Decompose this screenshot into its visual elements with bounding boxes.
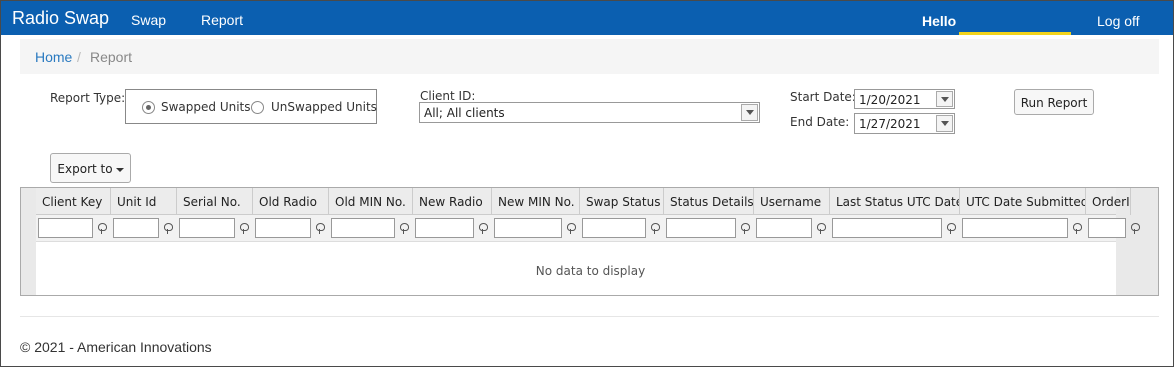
breadcrumb-separator: / — [77, 49, 81, 65]
chevron-down-icon[interactable] — [936, 115, 953, 132]
report-grid: Client Key Unit Id Serial No. Old Radio … — [20, 187, 1159, 296]
grid-empty-message: No data to display — [535, 264, 646, 278]
column-header-old-radio[interactable]: Old Radio — [253, 188, 329, 215]
filter-input-old-radio[interactable] — [255, 218, 311, 238]
column-header-old-min-no[interactable]: Old MIN No. — [329, 188, 413, 215]
user-highlight-bar — [959, 32, 1071, 35]
funnel-filter-icon[interactable] — [947, 223, 956, 235]
report-type-group: Swapped Units UnSwapped Units — [125, 89, 377, 124]
funnel-filter-icon[interactable] — [98, 223, 107, 235]
funnel-filter-icon[interactable] — [240, 223, 249, 235]
funnel-filter-icon[interactable] — [164, 223, 173, 235]
start-date-picker[interactable]: 1/20/2021 — [854, 89, 955, 109]
app-window: Radio Swap Swap Report Hello Log off Hom… — [0, 0, 1174, 367]
filter-cell-last-status-utc-date — [830, 215, 960, 242]
end-date-picker[interactable]: 1/27/2021 — [854, 113, 955, 134]
funnel-filter-icon[interactable] — [400, 223, 409, 235]
brand-title[interactable]: Radio Swap — [12, 8, 109, 29]
nav-link-swap[interactable]: Swap — [131, 12, 166, 28]
filter-cell-status-details — [664, 215, 754, 242]
funnel-filter-icon[interactable] — [651, 223, 660, 235]
funnel-filter-icon[interactable] — [817, 223, 826, 235]
filter-input-utc-date-submitted[interactable] — [962, 218, 1068, 238]
filter-cell-username — [754, 215, 830, 242]
client-id-value: All; All clients — [424, 106, 505, 120]
radio-swapped-units[interactable] — [142, 101, 155, 114]
filter-cell-old-min-no — [329, 215, 413, 242]
filter-cell-utc-date-submitted — [960, 215, 1086, 242]
nav-link-report[interactable]: Report — [201, 12, 243, 28]
column-header-username[interactable]: Username — [754, 188, 830, 215]
radio-unswapped-units-label[interactable]: UnSwapped Units — [271, 100, 377, 114]
breadcrumb-home-link[interactable]: Home — [35, 49, 72, 65]
chevron-down-icon[interactable] — [936, 91, 953, 107]
funnel-filter-icon[interactable] — [1131, 223, 1140, 235]
run-report-button[interactable]: Run Report — [1014, 89, 1094, 115]
column-header-unit-id[interactable]: Unit Id — [111, 188, 177, 215]
column-header-serial-no[interactable]: Serial No. — [177, 188, 253, 215]
column-header-utc-date-submitted[interactable]: UTC Date Submitted — [960, 188, 1086, 215]
filter-input-status-details[interactable] — [666, 218, 736, 238]
filter-cell-old-radio — [253, 215, 329, 242]
filter-input-old-min-no[interactable] — [331, 218, 395, 238]
radio-unswapped-units[interactable] — [251, 101, 264, 114]
filter-input-swap-status[interactable] — [582, 218, 646, 238]
column-header-new-radio[interactable]: New Radio — [413, 188, 492, 215]
filter-cell-swap-status — [580, 215, 664, 242]
grid-left-gutter — [21, 188, 36, 295]
column-header-status-details[interactable]: Status Details — [664, 188, 754, 215]
funnel-filter-icon[interactable] — [479, 223, 488, 235]
filter-cell-serial-no — [177, 215, 253, 242]
filter-input-new-min-no[interactable] — [494, 218, 562, 238]
filter-input-unit-id[interactable] — [113, 218, 159, 238]
filter-input-last-status-utc-date[interactable] — [832, 218, 942, 238]
footer-divider — [20, 316, 1159, 317]
grid-header-row: Client Key Unit Id Serial No. Old Radio … — [36, 188, 1131, 215]
funnel-filter-icon[interactable] — [316, 223, 325, 235]
funnel-filter-icon[interactable] — [1073, 223, 1082, 235]
report-type-label: Report Type: — [50, 91, 126, 105]
start-date-value: 1/20/2021 — [859, 93, 921, 107]
column-header-last-status-utc-date[interactable]: Last Status UTC Date — [830, 188, 960, 215]
filter-input-order-id[interactable] — [1088, 218, 1126, 238]
filter-input-serial-no[interactable] — [179, 218, 235, 238]
footer-copyright: © 2021 - American Innovations — [20, 339, 212, 355]
column-header-order-id[interactable]: OrderId — [1086, 188, 1131, 215]
filter-cell-client-key — [36, 215, 111, 242]
client-id-select[interactable]: All; All clients — [419, 102, 760, 123]
end-date-label: End Date: — [790, 115, 850, 129]
funnel-filter-icon[interactable] — [567, 223, 576, 235]
filter-input-client-key[interactable] — [38, 218, 93, 238]
breadcrumb-current: Report — [90, 49, 133, 65]
column-header-client-key[interactable]: Client Key — [36, 188, 111, 215]
filter-cell-new-radio — [413, 215, 492, 242]
export-button-label: Export to — [57, 162, 113, 176]
filter-cell-unit-id — [111, 215, 177, 242]
column-header-new-min-no[interactable]: New MIN No. — [492, 188, 580, 215]
export-dropdown-button[interactable]: Export to — [50, 153, 131, 183]
grid-filter-row — [36, 215, 1140, 242]
filter-cell-new-min-no — [492, 215, 580, 242]
filter-input-new-radio[interactable] — [415, 218, 474, 238]
caret-down-icon — [115, 167, 124, 172]
client-id-label: Client ID: — [420, 89, 476, 103]
filter-input-username[interactable] — [756, 218, 812, 238]
end-date-value: 1/27/2021 — [859, 117, 921, 131]
chevron-down-icon[interactable] — [741, 104, 758, 121]
logoff-link[interactable]: Log off — [1097, 13, 1140, 29]
column-header-swap-status[interactable]: Swap Status — [580, 188, 664, 215]
start-date-label: Start Date: — [790, 90, 856, 104]
funnel-filter-icon[interactable] — [741, 223, 750, 235]
filter-cell-order-id — [1086, 215, 1140, 242]
top-navbar: Radio Swap Swap Report Hello Log off — [1, 1, 1173, 35]
breadcrumb: Home / Report — [20, 39, 1159, 74]
user-greeting: Hello — [922, 13, 957, 29]
radio-swapped-units-label[interactable]: Swapped Units — [161, 100, 251, 114]
